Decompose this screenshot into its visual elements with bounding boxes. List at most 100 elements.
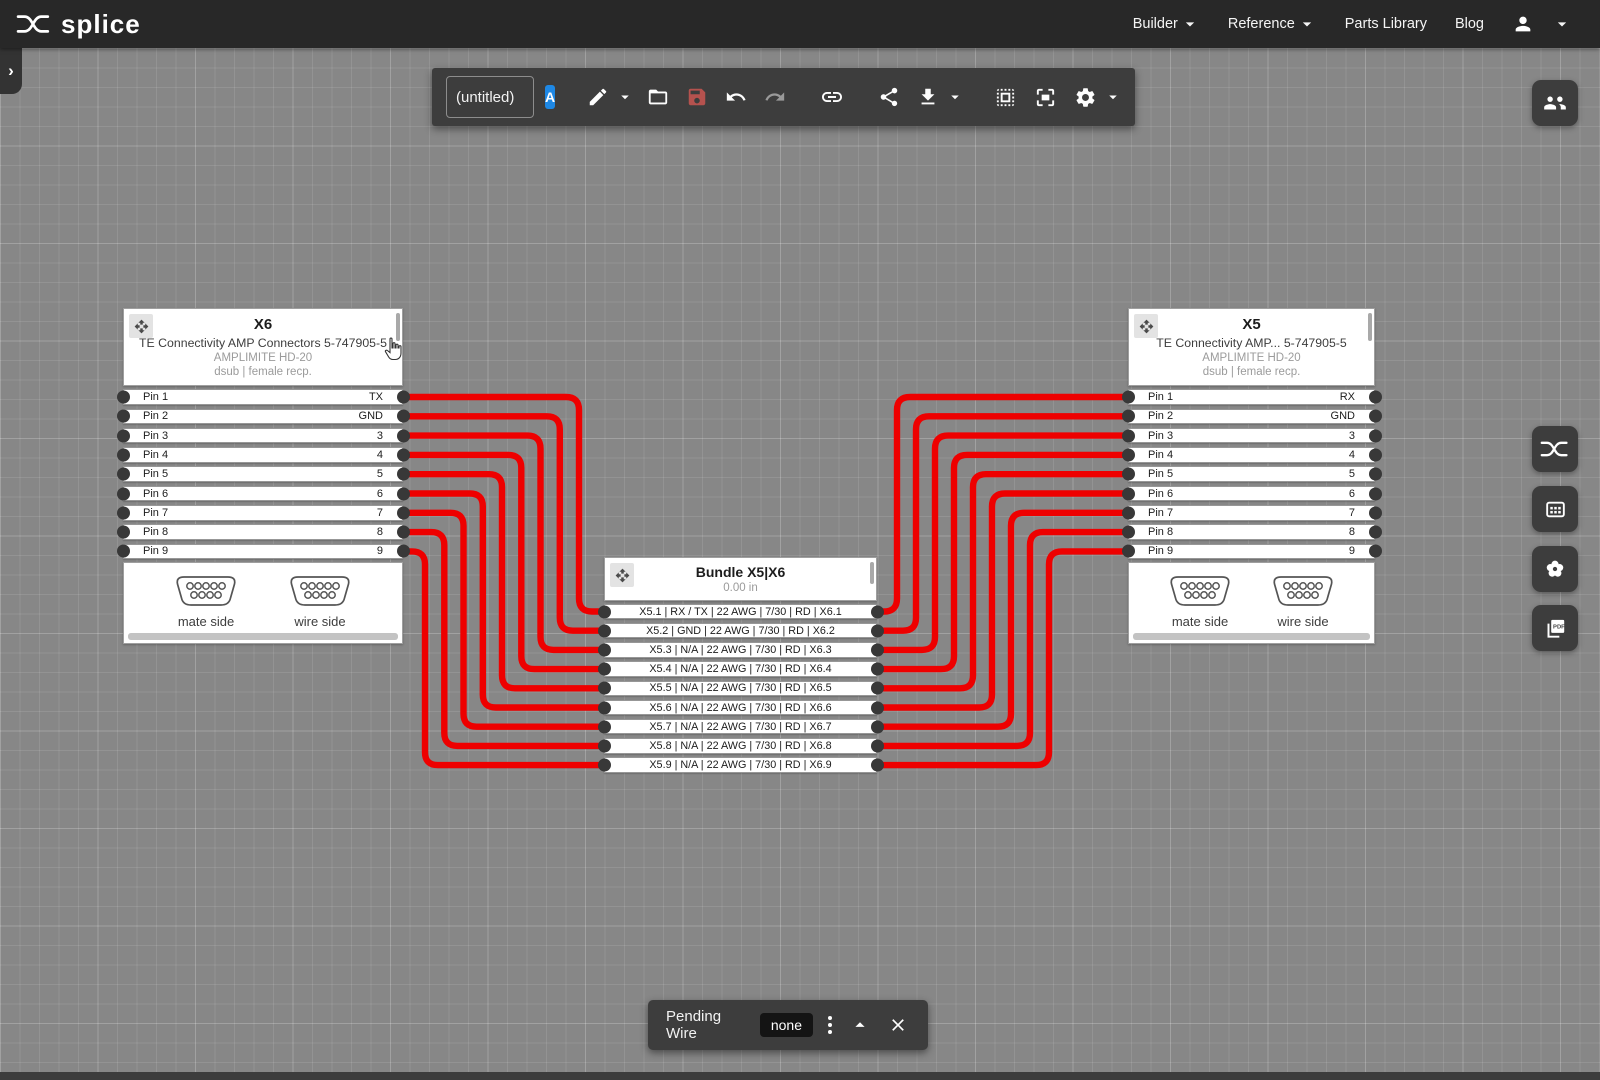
pin-port-left[interactable] (117, 429, 130, 442)
wire-port-left[interactable] (598, 605, 611, 618)
wire-port-right[interactable] (871, 759, 884, 772)
wire-port-left[interactable] (598, 624, 611, 637)
pin-port-left[interactable] (117, 506, 130, 519)
close-panel-button[interactable] (886, 1013, 910, 1037)
nav-item-reference[interactable]: Reference (1218, 8, 1327, 40)
scrollbar-thumb[interactable] (396, 313, 400, 341)
pin-row[interactable]: Pin 33 (1128, 428, 1375, 444)
bundle-wire-row[interactable]: X5.1 | RX / TX | 22 AWG | 7/30 | RD | X6… (604, 604, 877, 620)
open-button[interactable] (643, 82, 673, 112)
pin-port-right[interactable] (397, 429, 410, 442)
harness-view-button[interactable] (1532, 426, 1578, 472)
nav-item-builder[interactable]: Builder (1123, 8, 1210, 40)
pin-row[interactable]: Pin 55 (1128, 466, 1375, 482)
pin-row[interactable]: Pin 44 (123, 447, 403, 463)
bundle-wire-row[interactable]: X5.3 | N/A | 22 AWG | 7/30 | RD | X6.3 (604, 642, 877, 658)
wire-port-left[interactable] (598, 739, 611, 752)
pin-row[interactable]: Pin 2GND (1128, 409, 1375, 425)
pin-port-left[interactable] (117, 526, 130, 539)
bundle-wire-row[interactable]: X5.9 | N/A | 22 AWG | 7/30 | RD | X6.9 (604, 757, 877, 773)
horizontal-scrollbar[interactable] (128, 633, 398, 640)
nav-item-parts-library[interactable]: Parts Library (1335, 10, 1437, 38)
pin-row[interactable]: Pin 99 (123, 544, 403, 560)
wire-port-right[interactable] (871, 643, 884, 656)
bundle-node[interactable]: Bundle X5|X6 0.00 in X5.1 | RX / TX | 22… (604, 557, 877, 773)
pin-port-right[interactable] (1369, 429, 1382, 442)
pin-port-right[interactable] (1369, 448, 1382, 461)
wire-port-right[interactable] (871, 701, 884, 714)
wire-port-left[interactable] (598, 720, 611, 733)
pin-port-left[interactable] (1122, 487, 1135, 500)
bom-table-button[interactable] (1532, 486, 1578, 532)
wire-port-left[interactable] (598, 701, 611, 714)
pin-port-right[interactable] (1369, 391, 1382, 404)
connector-node-x6[interactable]: X6 TE Connectivity AMP Connectors 5-7479… (123, 308, 403, 644)
wire-port-right[interactable] (871, 605, 884, 618)
scrollbar-thumb[interactable] (1368, 313, 1372, 341)
pin-row[interactable]: Pin 88 (1128, 524, 1375, 540)
wire-port-left[interactable] (598, 643, 611, 656)
pin-row[interactable]: Pin 99 (1128, 544, 1375, 560)
pin-port-right[interactable] (1369, 468, 1382, 481)
pin-port-right[interactable] (397, 410, 410, 423)
pin-port-left[interactable] (1122, 391, 1135, 404)
collapse-panel-button[interactable] (847, 1012, 873, 1038)
move-handle[interactable] (610, 563, 634, 587)
export-pdf-button[interactable]: PDF (1532, 605, 1578, 651)
bundle-wire-row[interactable]: X5.7 | N/A | 22 AWG | 7/30 | RD | X6.7 (604, 719, 877, 735)
pin-port-right[interactable] (397, 506, 410, 519)
pin-port-right[interactable] (1369, 487, 1382, 500)
pin-port-left[interactable] (117, 391, 130, 404)
bundle-wire-row[interactable]: X5.4 | N/A | 22 AWG | 7/30 | RD | X6.4 (604, 661, 877, 677)
pin-port-left[interactable] (117, 487, 130, 500)
pin-port-left[interactable] (1122, 448, 1135, 461)
bundle-wire-row[interactable]: X5.6 | N/A | 22 AWG | 7/30 | RD | X6.6 (604, 700, 877, 716)
pending-wire-menu-button[interactable] (826, 1014, 834, 1036)
redo-button[interactable] (760, 82, 790, 112)
wire-port-right[interactable] (871, 720, 884, 733)
bundle-wire-row[interactable]: X5.8 | N/A | 22 AWG | 7/30 | RD | X6.8 (604, 738, 877, 754)
collaborators-button[interactable] (1532, 80, 1578, 126)
settings-menu-caret[interactable] (1104, 88, 1122, 106)
connector-node-x5[interactable]: X5 TE Connectivity AMP... 5-747905-5 AMP… (1128, 308, 1375, 644)
bundle-wire-row[interactable]: X5.5 | N/A | 22 AWG | 7/30 | RD | X6.5 (604, 681, 877, 697)
edit-menu-caret[interactable] (616, 88, 634, 106)
pin-port-left[interactable] (1122, 506, 1135, 519)
select-all-button[interactable] (990, 82, 1021, 113)
wire-port-left[interactable] (598, 759, 611, 772)
pin-row[interactable]: Pin 44 (1128, 447, 1375, 463)
download-menu-caret[interactable] (946, 88, 964, 106)
pin-port-left[interactable] (117, 448, 130, 461)
wire-port-right[interactable] (871, 663, 884, 676)
edit-button[interactable] (583, 82, 613, 112)
cross-section-button[interactable] (1532, 546, 1578, 592)
pin-port-left[interactable] (117, 545, 130, 558)
pin-port-right[interactable] (1369, 506, 1382, 519)
pin-row[interactable]: Pin 77 (1128, 505, 1375, 521)
fit-view-button[interactable] (1030, 82, 1061, 113)
wire-port-left[interactable] (598, 663, 611, 676)
pin-port-left[interactable] (1122, 429, 1135, 442)
pin-port-left[interactable] (1122, 468, 1135, 481)
pin-row[interactable]: Pin 2GND (123, 409, 403, 425)
pin-port-right[interactable] (1369, 545, 1382, 558)
horizontal-scrollbar[interactable] (1133, 633, 1370, 640)
pin-row[interactable]: Pin 1RX (1128, 389, 1375, 405)
pin-port-left[interactable] (117, 410, 130, 423)
pin-port-right[interactable] (1369, 410, 1382, 423)
pin-port-right[interactable] (1369, 526, 1382, 539)
wire-port-right[interactable] (871, 739, 884, 752)
pin-row[interactable]: Pin 33 (123, 428, 403, 444)
autosave-toggle-button[interactable]: A (545, 85, 555, 109)
pin-port-right[interactable] (397, 526, 410, 539)
settings-button[interactable] (1070, 82, 1101, 113)
copy-link-button[interactable] (816, 81, 848, 113)
scrollbar-thumb[interactable] (870, 562, 874, 584)
pin-row[interactable]: Pin 1TX (123, 389, 403, 405)
pin-port-left[interactable] (1122, 410, 1135, 423)
pin-port-left[interactable] (1122, 545, 1135, 558)
pin-port-right[interactable] (397, 448, 410, 461)
undo-button[interactable] (721, 82, 751, 112)
pin-port-right[interactable] (397, 468, 410, 481)
pin-row[interactable]: Pin 55 (123, 466, 403, 482)
